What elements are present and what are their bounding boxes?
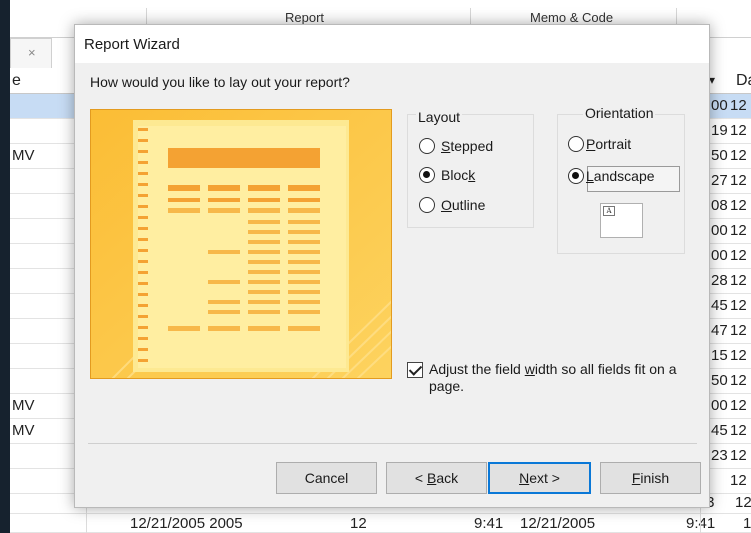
table-cell: 12 xyxy=(730,247,747,264)
page-letter-icon: A xyxy=(603,206,615,216)
checkbox[interactable] xyxy=(407,362,423,378)
window-edge xyxy=(0,0,10,533)
orientation-landscape-radio[interactable]: Landscape xyxy=(568,168,655,184)
table-cell: 12 xyxy=(730,422,747,439)
table-cell: 12/21/2005 xyxy=(520,515,596,532)
orientation-portrait-radio[interactable]: Portrait xyxy=(568,136,631,152)
table-cell: 12 xyxy=(730,222,747,239)
layout-outline-radio[interactable]: Outline xyxy=(419,197,485,213)
layout-group-label: Layout xyxy=(416,109,463,125)
radio-button[interactable] xyxy=(568,136,584,152)
table-cell: 50 xyxy=(711,147,728,164)
table-cell: 19 xyxy=(711,122,728,139)
table-cell: 47 xyxy=(711,322,728,339)
adjust-field-width-checkbox[interactable]: Adjust the field width so all fields fit… xyxy=(407,361,697,395)
table-cell: 45 xyxy=(711,297,728,314)
close-icon[interactable]: × xyxy=(28,45,36,60)
column-header-text: e xyxy=(12,72,21,89)
table-cell: 00 xyxy=(711,97,728,114)
radio-label: Block xyxy=(441,167,476,183)
radio-button[interactable] xyxy=(419,138,435,154)
document-tab[interactable]: × xyxy=(10,38,52,68)
layout-block-radio[interactable]: Block xyxy=(419,167,475,183)
table-cell: MV xyxy=(12,422,35,439)
dialog-titlebar[interactable]: Report Wizard xyxy=(75,25,709,63)
table-cell: 12 xyxy=(350,515,367,532)
dialog-title: Report Wizard xyxy=(84,36,180,53)
table-cell: 45 xyxy=(711,422,728,439)
table-cell: 12 xyxy=(730,397,747,414)
table-cell: 50 xyxy=(711,372,728,389)
table-cell: 12 xyxy=(730,122,747,139)
table-cell: 12 xyxy=(735,494,751,511)
table-cell: MV xyxy=(12,147,35,164)
table-cell: 12 xyxy=(743,515,751,532)
table-cell: 00 xyxy=(711,247,728,264)
table-cell: 12 xyxy=(730,272,747,289)
table-cell: 15 xyxy=(711,347,728,364)
column-header-text: Da xyxy=(736,72,751,89)
orientation-group-label: Orientation xyxy=(583,105,656,121)
header-label-memo: Memo & Code xyxy=(530,10,614,25)
landscape-page-icon: A xyxy=(600,203,643,238)
report-wizard-dialog: Report Wizard How would you like to lay … xyxy=(74,24,710,508)
radio-label: Landscape xyxy=(586,168,655,184)
table-cell: 12 xyxy=(730,347,747,364)
table-cell: 12/21/2005 2005 xyxy=(130,515,243,532)
layout-stepped-radio[interactable]: Stepped xyxy=(419,138,493,154)
separator xyxy=(88,443,697,444)
table-cell: 12 xyxy=(730,172,747,189)
table-cell: 12 xyxy=(730,197,747,214)
table-cell: 08 xyxy=(711,197,728,214)
radio-label: Stepped xyxy=(441,138,494,154)
layout-question: How would you like to lay out your repor… xyxy=(90,74,350,90)
table-cell: 23 xyxy=(711,447,728,464)
checkbox-label: Adjust the field width so all fields fit… xyxy=(429,361,677,394)
header-label-report: Report xyxy=(285,10,325,25)
table-cell: 12 xyxy=(730,97,747,114)
table-cell: 28 xyxy=(711,272,728,289)
table-cell: 12 xyxy=(730,372,747,389)
radio-button[interactable] xyxy=(568,168,584,184)
table-cell: 12 xyxy=(730,447,747,464)
table-cell: 12 xyxy=(730,322,747,339)
table-cell: 27 xyxy=(711,172,728,189)
radio-button[interactable] xyxy=(419,167,435,183)
table-cell: 00 xyxy=(711,397,728,414)
table-cell: 9:41 xyxy=(474,515,504,532)
table-row[interactable]: 12/21/2005 2005 12 9:41 12/21/2005 9:41 … xyxy=(10,514,751,533)
report-preview-icon xyxy=(91,110,391,378)
radio-label: Outline xyxy=(441,197,486,213)
next-button[interactable]: Next > xyxy=(488,462,591,494)
radio-label: Portrait xyxy=(586,136,632,152)
table-cell: MV xyxy=(12,397,35,414)
back-button[interactable]: < Back xyxy=(386,462,487,494)
cancel-button[interactable]: Cancel xyxy=(276,462,377,494)
layout-preview-image xyxy=(90,109,392,379)
finish-button[interactable]: Finish xyxy=(600,462,701,494)
table-cell: 00 xyxy=(711,222,728,239)
radio-button[interactable] xyxy=(419,197,435,213)
table-cell: 12 xyxy=(730,147,747,164)
table-cell: 12 xyxy=(730,472,747,489)
table-cell: 12 xyxy=(730,297,747,314)
